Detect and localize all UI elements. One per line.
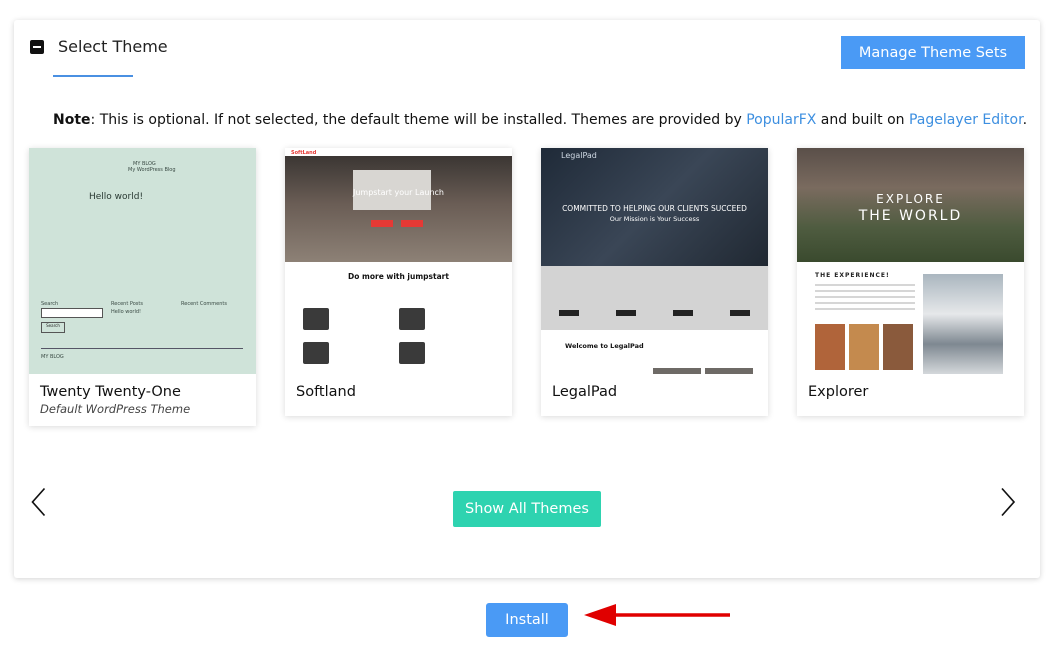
preview-feature xyxy=(598,266,656,330)
show-all-themes-button[interactable]: Show All Themes xyxy=(453,491,601,527)
preview-footer: MY BLOG xyxy=(41,354,64,360)
collapse-icon[interactable] xyxy=(30,40,44,54)
preview-hero-title: Jumpstart your Launch xyxy=(353,188,444,197)
preview-search-label: Search xyxy=(41,301,59,307)
preview-red-button xyxy=(371,220,393,227)
next-arrow-icon[interactable] xyxy=(996,487,1026,517)
theme-name: LegalPad xyxy=(552,384,618,400)
preview-logo: LegalPad xyxy=(561,151,597,160)
preview-hero-line2: THE WORLD xyxy=(858,208,963,224)
preview-feature xyxy=(655,266,713,330)
preview-text-line xyxy=(815,296,915,298)
preview-photo xyxy=(849,324,879,370)
theme-card-twenty-twenty-one[interactable]: MY BLOG My WordPress Blog Hello world! S… xyxy=(29,148,256,426)
theme-card-softland[interactable]: SoftLand Jumpstart your Launch Do more w… xyxy=(285,148,512,416)
preview-search-button: Search xyxy=(41,322,65,333)
title-underline xyxy=(53,75,133,77)
theme-thumbnail: EXPLORE THE WORLD THE EXPERIENCE! xyxy=(797,148,1024,374)
preview-feature-image xyxy=(303,308,329,330)
note-text: Note: This is optional. If not selected,… xyxy=(53,112,1027,128)
preview-photo xyxy=(883,324,913,370)
preview-feature-image xyxy=(399,342,425,364)
preview-section-title: THE EXPERIENCE! xyxy=(815,272,890,279)
popularfx-link[interactable]: PopularFX xyxy=(746,112,816,128)
preview-image-strip xyxy=(705,368,753,374)
preview-text-line xyxy=(815,290,915,292)
install-button[interactable]: Install xyxy=(486,603,568,637)
preview-image-strip xyxy=(653,368,701,374)
theme-card-legalpad[interactable]: LegalPad COMMITTED TO HELPING OUR CLIENT… xyxy=(541,148,768,416)
theme-name: Twenty Twenty-One xyxy=(40,384,181,400)
theme-name: Softland xyxy=(296,384,356,400)
preview-feature-image xyxy=(399,308,425,330)
preview-feature xyxy=(541,266,599,330)
theme-name: Explorer xyxy=(808,384,869,400)
preview-text-line xyxy=(815,284,915,286)
note-text-after: . xyxy=(1022,112,1028,128)
section-title: Select Theme xyxy=(58,37,168,56)
preview-photo xyxy=(815,324,845,370)
manage-theme-sets-button[interactable]: Manage Theme Sets xyxy=(841,36,1025,69)
theme-subtitle: Default WordPress Theme xyxy=(40,402,191,416)
preview-hero-line1: EXPLORE xyxy=(876,192,945,206)
preview-hero-subtitle: Our Mission is Your Success xyxy=(609,215,700,223)
note-label: Note xyxy=(53,112,91,128)
preview-recent-comments: Recent Comments xyxy=(181,301,227,307)
theme-thumbnail: MY BLOG My WordPress Blog Hello world! S… xyxy=(29,148,256,374)
preview-recent-posts: Recent Posts xyxy=(111,301,143,307)
theme-thumbnail: SoftLand Jumpstart your Launch Do more w… xyxy=(285,148,512,374)
theme-card-explorer[interactable]: EXPLORE THE WORLD THE EXPERIENCE! Explor… xyxy=(797,148,1024,416)
preview-mountain-photo xyxy=(923,274,1003,374)
preview-heading: Hello world! xyxy=(89,192,144,202)
theme-thumbnail: LegalPad COMMITTED TO HELPING OUR CLIENT… xyxy=(541,148,768,374)
preview-hero xyxy=(285,156,512,262)
preview-tagline: My WordPress Blog xyxy=(128,167,176,173)
pagelayer-editor-link[interactable]: Pagelayer Editor xyxy=(909,112,1023,128)
preview-feature-image xyxy=(303,342,329,364)
preview-post-link: Hello world! xyxy=(111,309,142,315)
preview-hero-title: COMMITTED TO HELPING OUR CLIENTS SUCCEED xyxy=(562,204,747,213)
preview-section-title: Do more with jumpstart xyxy=(348,272,449,281)
select-theme-panel: Select Theme Manage Theme Sets Note: Thi… xyxy=(14,20,1040,578)
note-text-before: : This is optional. If not selected, the… xyxy=(90,112,747,128)
annotation-arrow-icon xyxy=(584,604,730,626)
preview-welcome: Welcome to LegalPad xyxy=(565,342,644,350)
preview-text-line xyxy=(815,308,915,310)
preview-feature xyxy=(712,266,768,330)
preview-red-button xyxy=(401,220,423,227)
preview-text-line xyxy=(815,302,915,304)
preview-search-field xyxy=(41,308,103,318)
previous-arrow-icon[interactable] xyxy=(28,487,58,517)
note-text-middle: and built on xyxy=(816,112,909,128)
preview-divider xyxy=(41,348,243,349)
